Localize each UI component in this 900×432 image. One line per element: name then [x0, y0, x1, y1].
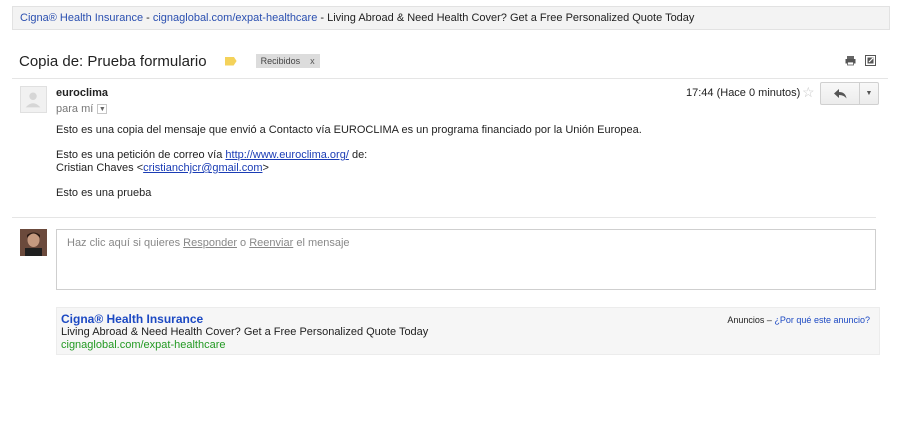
subject-row: Copia de: Prueba formulario Recibidos x [19, 50, 320, 72]
top-ad-bar[interactable]: Cigna® Health Insurance - cignaglobal.co… [12, 6, 890, 30]
euroclima-link[interactable]: http://www.euroclima.org/ [225, 149, 349, 161]
message-divider [12, 217, 876, 218]
body-sender-name: Cristian Chaves < [56, 162, 144, 174]
label-chip[interactable]: Recibidos x [255, 54, 320, 68]
sender-email-link[interactable]: cristianchjcr@gmail.com [143, 162, 262, 174]
thread-toolbar [845, 55, 876, 66]
body-line-4: Esto es una prueba [56, 187, 152, 199]
label-chip-name[interactable]: Recibidos [261, 56, 301, 66]
reply-prompt-middle: o [237, 237, 250, 249]
top-ad-title[interactable]: Cigna® Health Insurance [20, 12, 143, 24]
label-remove-icon[interactable]: x [310, 56, 315, 66]
more-actions-button[interactable]: ▼ [860, 82, 879, 105]
bottom-ad-url[interactable]: cignaglobal.com/expat-healthcare [61, 339, 875, 352]
importance-marker-icon[interactable] [224, 56, 237, 66]
body-line-1: Esto es una copia del mensaje que envió … [56, 124, 642, 136]
star-icon[interactable]: ☆ [802, 84, 815, 101]
reply-input[interactable]: Haz clic aquí si quieres Responder o Ree… [56, 229, 876, 290]
ads-label: Anuncios – [727, 315, 775, 325]
bottom-ad-text: Living Abroad & Need Health Cover? Get a… [61, 326, 429, 338]
top-ad-url[interactable]: cignaglobal.com/expat-healthcare [153, 12, 318, 24]
sender-name[interactable]: euroclima [56, 87, 108, 99]
reply-button[interactable] [820, 82, 860, 105]
show-details-chevron-icon[interactable]: ▼ [97, 104, 108, 114]
bottom-ad[interactable]: Cigna® Health Insurance Living Abroad & … [56, 307, 880, 355]
body-line-2: Esto es una petición de correo vía http:… [56, 149, 642, 162]
top-ad-separator: - [143, 12, 153, 24]
reply-arrow-icon [833, 88, 846, 98]
header-divider [12, 78, 888, 79]
forward-link[interactable]: Reenviar [249, 237, 293, 249]
recipient-label: para mí [56, 103, 94, 115]
reply-prompt-prefix: Haz clic aquí si quieres [67, 237, 184, 249]
reply-button-group: ▼ [820, 82, 879, 105]
message-time: 17:44 (Hace 0 minutos) [686, 87, 801, 99]
top-ad-text: Living Abroad & Need Health Cover? Get a… [327, 12, 695, 24]
body-line-3: Cristian Chaves <cristianchjcr@gmail.com… [56, 162, 642, 175]
message-body: Esto es una copia del mensaje que envió … [56, 124, 642, 200]
body-line-2-suffix: de: [348, 149, 368, 161]
top-ad-separator-2: - [317, 12, 328, 24]
user-avatar [20, 229, 47, 256]
email-subject: Copia de: Prueba formulario [19, 52, 207, 70]
print-icon[interactable] [845, 55, 856, 66]
why-this-ad-link[interactable]: ¿Por qué este anuncio? [774, 315, 870, 325]
reply-prompt-suffix: el mensaje [293, 237, 350, 249]
ads-meta: Anuncios – ¿Por qué este anuncio? [727, 315, 870, 325]
reply-link[interactable]: Responder [183, 237, 237, 249]
new-window-icon[interactable] [865, 55, 876, 66]
body-line-3-close: > [262, 162, 269, 174]
body-line-2-prefix: Esto es una petición de correo vía [56, 149, 226, 161]
recipient-line: para mí ▼ [56, 103, 108, 115]
sender-avatar [20, 86, 47, 113]
